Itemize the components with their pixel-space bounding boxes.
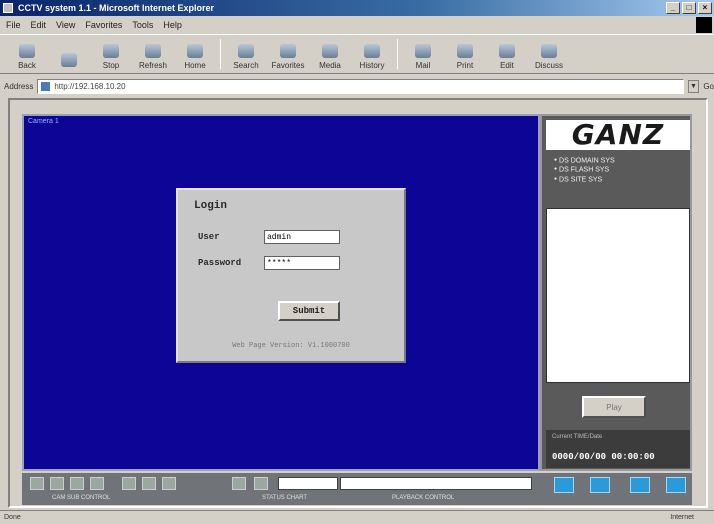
login-title: Login (194, 200, 228, 212)
page-content: Camera 1 Login User Password Submit Web … (8, 98, 708, 508)
home-icon (187, 44, 203, 58)
edit-button[interactable]: Edit (486, 35, 528, 73)
ptz-down-icon[interactable] (90, 477, 104, 490)
address-input[interactable]: http://192.168.10.20 (37, 78, 684, 94)
forward-arrow-icon (61, 53, 77, 67)
cam-control-caption: CAM SUB CONTROL (52, 495, 111, 501)
toolbar-separator (220, 39, 221, 69)
submit-button[interactable]: Submit (278, 301, 340, 321)
playback-control-caption: PLAYBACK CONTROL (392, 495, 455, 501)
toolbar-separator (397, 39, 398, 69)
menu-file[interactable]: File (6, 20, 21, 30)
menu-help[interactable]: Help (163, 20, 182, 30)
home-button[interactable]: Home (174, 35, 216, 73)
playback-play-icon[interactable] (590, 477, 610, 493)
playback-pause-icon[interactable] (630, 477, 650, 493)
system-list: DS DOMAIN SYS DS FLASH SYS DS SITE SYS (554, 156, 615, 184)
media-button[interactable]: Media (309, 35, 351, 73)
favorites-button[interactable]: Favorites (267, 35, 309, 73)
window-titlebar: CCTV system 1.1 - Microsoft Internet Exp… (0, 0, 714, 16)
address-bar: Address http://192.168.10.20 ▼ Go (0, 76, 714, 96)
system-item[interactable]: DS FLASH SYS (554, 165, 615, 174)
ptz-left-icon[interactable] (30, 477, 44, 490)
password-row: Password (198, 256, 340, 270)
user-row: User (198, 230, 340, 244)
datetime-caption: Current TIME/Date (552, 434, 603, 440)
discuss-icon (541, 44, 557, 58)
refresh-icon (145, 44, 161, 58)
login-dialog: Login User Password Submit Web Page Vers… (176, 188, 406, 363)
window-title: CCTV system 1.1 - Microsoft Internet Exp… (18, 3, 215, 13)
page-icon (41, 81, 51, 91)
menu-edit[interactable]: Edit (31, 20, 47, 30)
datetime-panel: Current TIME/Date 0000/00/00 00:00:00 (546, 430, 690, 468)
focus-icon[interactable] (162, 477, 176, 490)
search-button[interactable]: Search (225, 35, 267, 73)
maximize-button[interactable]: □ (682, 2, 696, 14)
windows-logo-icon (696, 17, 712, 33)
security-zone: Internet (670, 514, 694, 521)
control-bar: CAM SUB CONTROL STATUS CHART PLAYBACK CO… (22, 473, 692, 505)
password-label: Password (198, 258, 242, 268)
close-button[interactable]: × (698, 2, 712, 14)
ie-app-icon (3, 3, 13, 13)
mail-icon (415, 44, 431, 58)
history-button[interactable]: History (351, 35, 393, 73)
prev-icon[interactable] (232, 477, 246, 490)
ganz-logo: GANZ (546, 120, 690, 150)
print-icon (457, 44, 473, 58)
window-controls: _ □ × (666, 2, 712, 14)
address-url: http://192.168.10.20 (54, 81, 126, 91)
system-item[interactable]: DS SITE SYS (554, 175, 615, 184)
channel-label: Camera 1 (28, 118, 59, 125)
mail-button[interactable]: Mail (402, 35, 444, 73)
video-viewer[interactable]: Camera 1 Login User Password Submit Web … (22, 114, 540, 471)
forward-button[interactable] (48, 35, 90, 73)
menu-view[interactable]: View (56, 20, 75, 30)
status-text: Done (4, 514, 21, 521)
side-panel: GANZ DS DOMAIN SYS DS FLASH SYS DS SITE … (540, 114, 692, 471)
history-icon (364, 44, 380, 58)
go-button[interactable]: Go (703, 82, 714, 91)
favorites-icon (280, 44, 296, 58)
menu-favorites[interactable]: Favorites (85, 20, 122, 30)
system-item[interactable]: DS DOMAIN SYS (554, 156, 615, 165)
ptz-up-icon[interactable] (70, 477, 84, 490)
user-label: User (198, 232, 220, 242)
back-button[interactable]: Back (6, 35, 48, 73)
speed-slider[interactable] (278, 477, 338, 490)
version-text: Web Page Version: V1.1000700 (232, 342, 350, 350)
minimize-button[interactable]: _ (666, 2, 680, 14)
zoom-out-icon[interactable] (142, 477, 156, 490)
playback-forward-icon[interactable] (666, 477, 686, 493)
user-input[interactable] (264, 230, 340, 244)
discuss-button[interactable]: Discuss (528, 35, 570, 73)
status-bar: Done Internet (0, 510, 714, 524)
print-button[interactable]: Print (444, 35, 486, 73)
play-button[interactable]: Play (582, 396, 646, 418)
status-chart-caption: STATUS CHART (262, 495, 308, 501)
status-progress (340, 477, 532, 490)
address-label: Address (4, 81, 34, 91)
stop-icon (103, 44, 119, 58)
edit-icon (499, 44, 515, 58)
camera-list-box[interactable] (546, 208, 690, 383)
back-arrow-icon (19, 44, 35, 58)
menu-tools[interactable]: Tools (132, 20, 153, 30)
search-icon (238, 44, 254, 58)
next-icon[interactable] (254, 477, 268, 490)
password-input[interactable] (264, 256, 340, 270)
ptz-right-icon[interactable] (50, 477, 64, 490)
browser-toolbar: Back Stop Refresh Home Search Favorites … (0, 34, 714, 74)
refresh-button[interactable]: Refresh (132, 35, 174, 73)
menu-bar: File Edit View Favorites Tools Help (0, 16, 714, 34)
media-icon (322, 44, 338, 58)
datetime-value: 0000/00/00 00:00:00 (552, 452, 655, 462)
zoom-in-icon[interactable] (122, 477, 136, 490)
address-dropdown-button[interactable]: ▼ (687, 79, 700, 93)
stop-button[interactable]: Stop (90, 35, 132, 73)
playback-rewind-icon[interactable] (554, 477, 574, 493)
